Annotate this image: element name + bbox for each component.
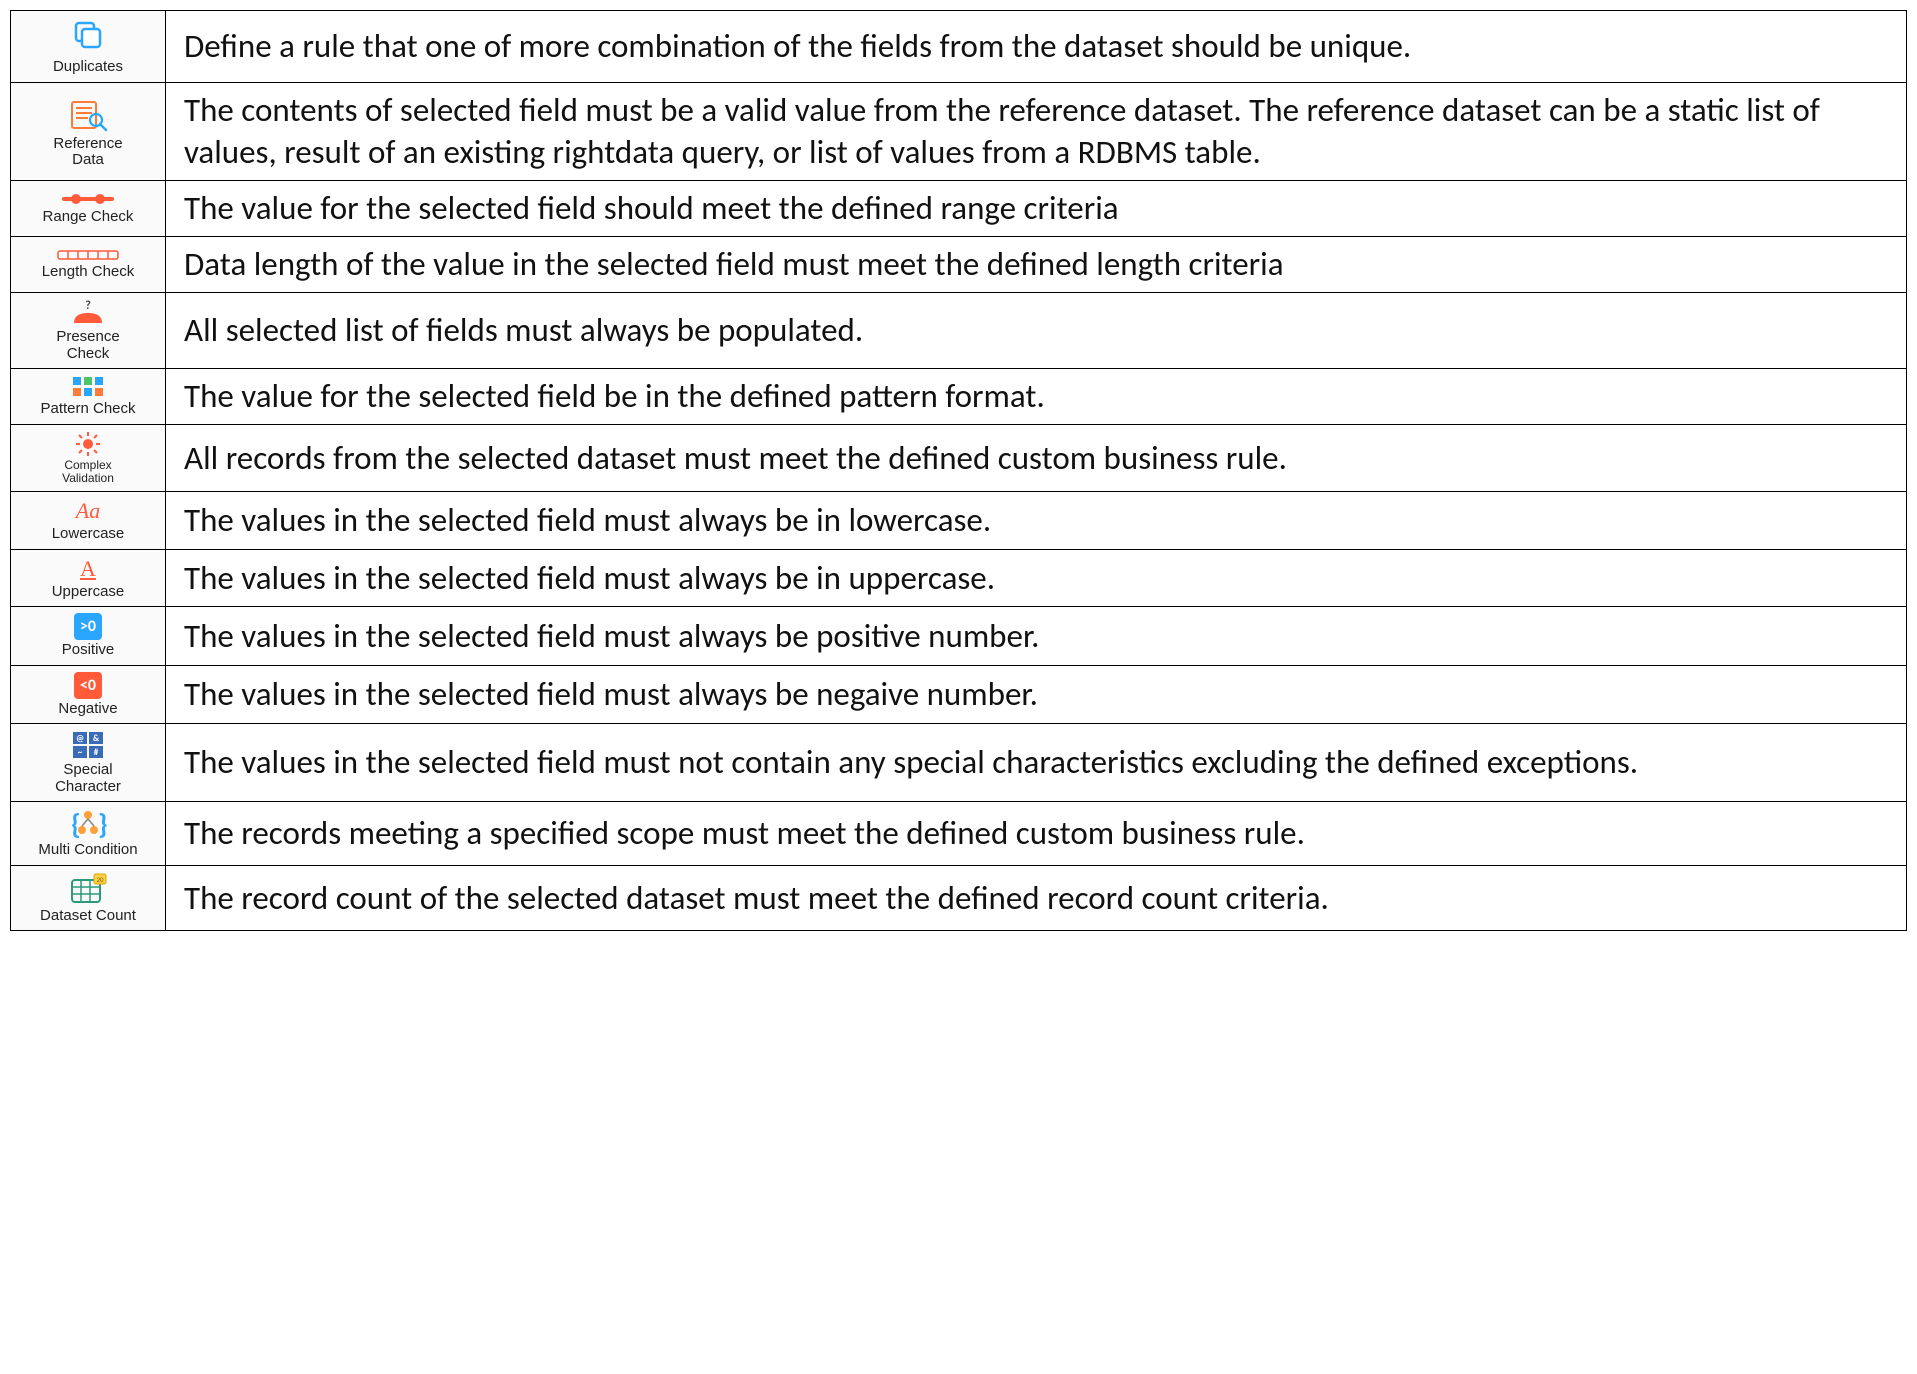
table-row: Pattern Check The value for the selected… — [11, 369, 1907, 425]
table-row: Length Check Data length of the value in… — [11, 237, 1907, 293]
icon-label: Dataset Count — [40, 908, 136, 925]
icon-cell-range-check: Range Check — [11, 181, 166, 237]
desc-cell: The value for the selected field be in t… — [166, 369, 1907, 425]
desc-cell: Data length of the value in the selected… — [166, 237, 1907, 293]
icon-cell-positive: >0 Positive — [11, 607, 166, 666]
desc-cell: The values in the selected field must al… — [166, 492, 1907, 550]
icon-cell-negative: <0 Negative — [11, 665, 166, 724]
icon-label: Reference Data — [48, 136, 128, 169]
svg-text:}: } — [98, 808, 108, 840]
uppercase-icon: A — [80, 556, 96, 582]
desc-cell: The records meeting a specified scope mu… — [166, 802, 1907, 866]
icon-label: Pattern Check — [40, 401, 135, 418]
table-row: Range Check The value for the selected f… — [11, 181, 1907, 237]
table-row: ? Presence Check All selected list of fi… — [11, 293, 1907, 369]
table-row: >0 Positive The values in the selected f… — [11, 607, 1907, 666]
icon-cell-uppercase: A Uppercase — [11, 549, 166, 607]
pattern-check-icon — [71, 375, 105, 399]
icon-label: Presence Check — [53, 329, 123, 362]
desc-cell: The values in the selected field must al… — [166, 665, 1907, 724]
desc-cell: The values in the selected field must al… — [166, 607, 1907, 666]
desc-cell: All records from the selected dataset mu… — [166, 424, 1907, 491]
svg-text:@: @ — [76, 733, 84, 744]
svg-text:&: & — [93, 733, 100, 744]
rules-table: Duplicates Define a rule that one of mor… — [10, 10, 1907, 931]
desc-cell: The contents of selected field must be a… — [166, 82, 1907, 181]
table-row: Aa Lowercase The values in the selected … — [11, 492, 1907, 550]
icon-cell-lowercase: Aa Lowercase — [11, 492, 166, 550]
multi-condition-icon: { } — [68, 808, 108, 840]
desc-cell: All selected list of fields must always … — [166, 293, 1907, 369]
dataset-count-icon: 20 — [68, 872, 108, 906]
table-row: <0 Negative The values in the selected f… — [11, 665, 1907, 724]
desc-cell: The value for the selected field should … — [166, 181, 1907, 237]
icon-label: Length Check — [42, 264, 135, 281]
svg-text:20: 20 — [96, 875, 104, 884]
icon-label: Negative — [58, 701, 117, 718]
range-check-icon — [58, 191, 118, 207]
svg-text:#: # — [94, 747, 99, 758]
table-row: A Uppercase The values in the selected f… — [11, 549, 1907, 607]
desc-cell: The values in the selected field must al… — [166, 549, 1907, 607]
icon-label: Duplicates — [53, 59, 123, 76]
table-row: Duplicates Define a rule that one of mor… — [11, 11, 1907, 83]
complex-validation-icon — [75, 431, 101, 457]
icon-cell-multi-condition: { } Multi Condition — [11, 802, 166, 866]
svg-text:?: ? — [85, 299, 91, 313]
table-row: { } Multi Condition The records meeting … — [11, 802, 1907, 866]
icon-cell-pattern-check: Pattern Check — [11, 369, 166, 425]
svg-text:{: { — [71, 808, 81, 840]
icon-label: Positive — [62, 642, 115, 659]
presence-check-icon: ? — [70, 299, 106, 327]
reference-data-icon — [66, 94, 110, 134]
icon-label: Complex Validation — [53, 459, 123, 485]
table-row: 20 Dataset Count The record count of the… — [11, 865, 1907, 931]
icon-label: Lowercase — [52, 526, 125, 543]
icon-cell-presence-check: ? Presence Check — [11, 293, 166, 369]
positive-icon: >0 — [74, 613, 102, 640]
icon-label: Uppercase — [52, 584, 125, 601]
special-character-icon: @ & ~ # — [71, 730, 105, 760]
desc-cell: The values in the selected field must no… — [166, 724, 1907, 802]
icon-cell-reference-data: Reference Data — [11, 82, 166, 181]
lowercase-icon: Aa — [76, 498, 100, 524]
icon-cell-complex-validation: Complex Validation — [11, 424, 166, 491]
icon-label: Special Character — [48, 762, 128, 795]
negative-icon: <0 — [74, 672, 102, 699]
icon-cell-duplicates: Duplicates — [11, 11, 166, 83]
icon-cell-length-check: Length Check — [11, 237, 166, 293]
table-row: Complex Validation All records from the … — [11, 424, 1907, 491]
icon-label: Range Check — [43, 209, 134, 226]
icon-cell-special-character: @ & ~ # Special Character — [11, 724, 166, 802]
length-check-icon — [56, 248, 120, 262]
desc-cell: The record count of the selected dataset… — [166, 865, 1907, 931]
duplicates-icon — [68, 17, 108, 57]
desc-cell: Define a rule that one of more combinati… — [166, 11, 1907, 83]
table-row: @ & ~ # Special Character The values in … — [11, 724, 1907, 802]
table-row: Reference Data The contents of selected … — [11, 82, 1907, 181]
icon-label: Multi Condition — [38, 842, 137, 859]
svg-text:~: ~ — [78, 747, 83, 758]
icon-cell-dataset-count: 20 Dataset Count — [11, 865, 166, 931]
